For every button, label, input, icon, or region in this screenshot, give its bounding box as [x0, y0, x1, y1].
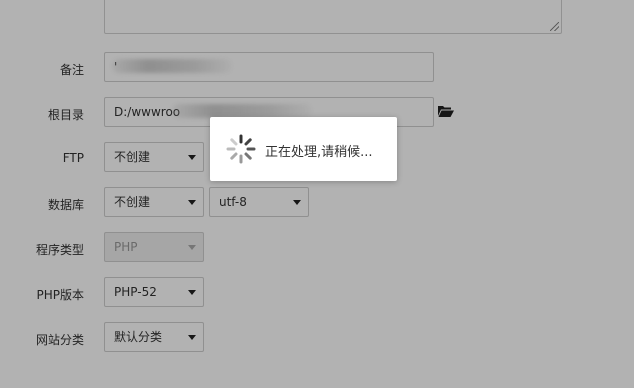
loading-dialog: 正在处理,请稍候... [210, 117, 397, 181]
spinner-icon [226, 134, 256, 164]
modal-overlay [0, 0, 634, 388]
loading-message: 正在处理,请稍候... [265, 145, 373, 160]
